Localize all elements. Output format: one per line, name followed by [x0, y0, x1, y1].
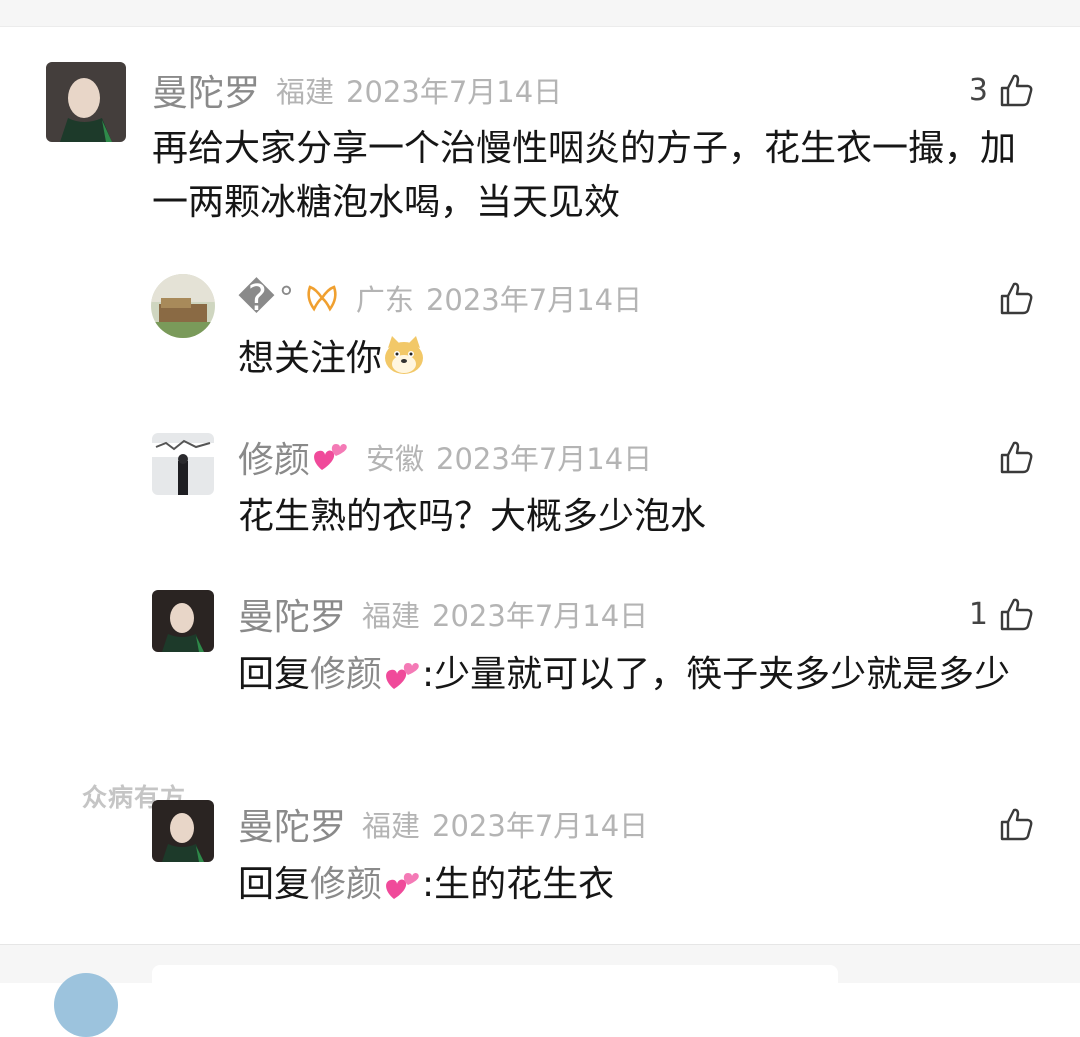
- reply-to-name[interactable]: 修颜: [310, 654, 382, 695]
- comment-text-body: :生的花生衣: [422, 864, 615, 905]
- avatar[interactable]: [46, 62, 126, 142]
- comment-date: 2023年7月14日: [436, 442, 653, 476]
- avatar[interactable]: [152, 590, 214, 652]
- comment-date: 2023年7月14日: [432, 809, 649, 843]
- thumbs-up-icon[interactable]: [998, 806, 1034, 842]
- like-count: 1: [968, 596, 988, 632]
- author-name-suffix: °: [278, 280, 294, 316]
- top-divider-strip: [0, 0, 1080, 27]
- comment-date: 2023年7月14日: [425, 283, 643, 317]
- thumbs-up-icon[interactable]: [998, 439, 1034, 475]
- like-button[interactable]: [998, 800, 1034, 848]
- comment-location: 福建: [276, 75, 335, 109]
- comment-author-name[interactable]: 曼陀罗: [238, 798, 346, 850]
- avatar[interactable]: [152, 433, 214, 495]
- comment-text: 想关注你: [238, 332, 1028, 386]
- comment-text: 回复修颜 :少量就可以了，筷子夹多少就是多少: [238, 648, 1038, 702]
- pink-hearts-emoji-icon: [384, 659, 422, 693]
- reply-to-name[interactable]: 修颜: [310, 864, 382, 905]
- comment-text-body: 想关注你: [238, 338, 383, 379]
- comment-author-name[interactable]: 修颜: [238, 431, 310, 483]
- thumbs-up-icon[interactable]: [998, 72, 1034, 108]
- comment-location: 福建: [362, 809, 421, 843]
- thumbs-up-icon[interactable]: [998, 280, 1034, 316]
- avatar[interactable]: [152, 800, 214, 862]
- comment-text: 再给大家分享一个治慢性咽炎的方子，花生衣一撮，加一两颗冰糖泡水喝，当天见效: [152, 128, 1017, 223]
- gold-ribbon-badge-icon: [304, 283, 340, 313]
- comment-location: 广东: [355, 283, 414, 317]
- like-button[interactable]: 1: [969, 590, 1034, 638]
- pink-hearts-emoji-icon: [312, 440, 350, 474]
- comment-author-name[interactable]: 曼陀罗: [152, 64, 260, 116]
- avatar[interactable]: [54, 973, 118, 1037]
- comment-text-body: :少量就可以了，筷子夹多少就是多少: [422, 654, 1011, 695]
- avatar[interactable]: [151, 274, 215, 338]
- comment-location: 安徽: [366, 442, 425, 476]
- like-button[interactable]: 3: [969, 66, 1034, 114]
- pink-hearts-emoji-icon: [384, 869, 422, 903]
- reply-prefix: 回复: [238, 654, 311, 695]
- comment-author-name[interactable]: 曼陀罗: [238, 588, 346, 640]
- reply-prefix: 回复: [238, 864, 311, 905]
- comment-date: 2023年7月14日: [346, 75, 563, 109]
- like-button[interactable]: [998, 433, 1034, 481]
- comment-author-name[interactable]: �: [238, 278, 275, 319]
- like-count: 3: [968, 72, 988, 108]
- comment-input-bar: [0, 944, 1080, 1037]
- comment-input[interactable]: [152, 965, 838, 1005]
- comment-location: 福建: [362, 599, 421, 633]
- comment-text: 回复修颜 :生的花生衣: [238, 858, 1038, 912]
- like-button[interactable]: [998, 274, 1034, 322]
- comment-text: 花生熟的衣吗？大概多少泡水: [238, 496, 707, 537]
- doge-emoji-icon: [382, 334, 426, 378]
- thumbs-up-icon[interactable]: [998, 596, 1034, 632]
- comment-date: 2023年7月14日: [432, 599, 649, 633]
